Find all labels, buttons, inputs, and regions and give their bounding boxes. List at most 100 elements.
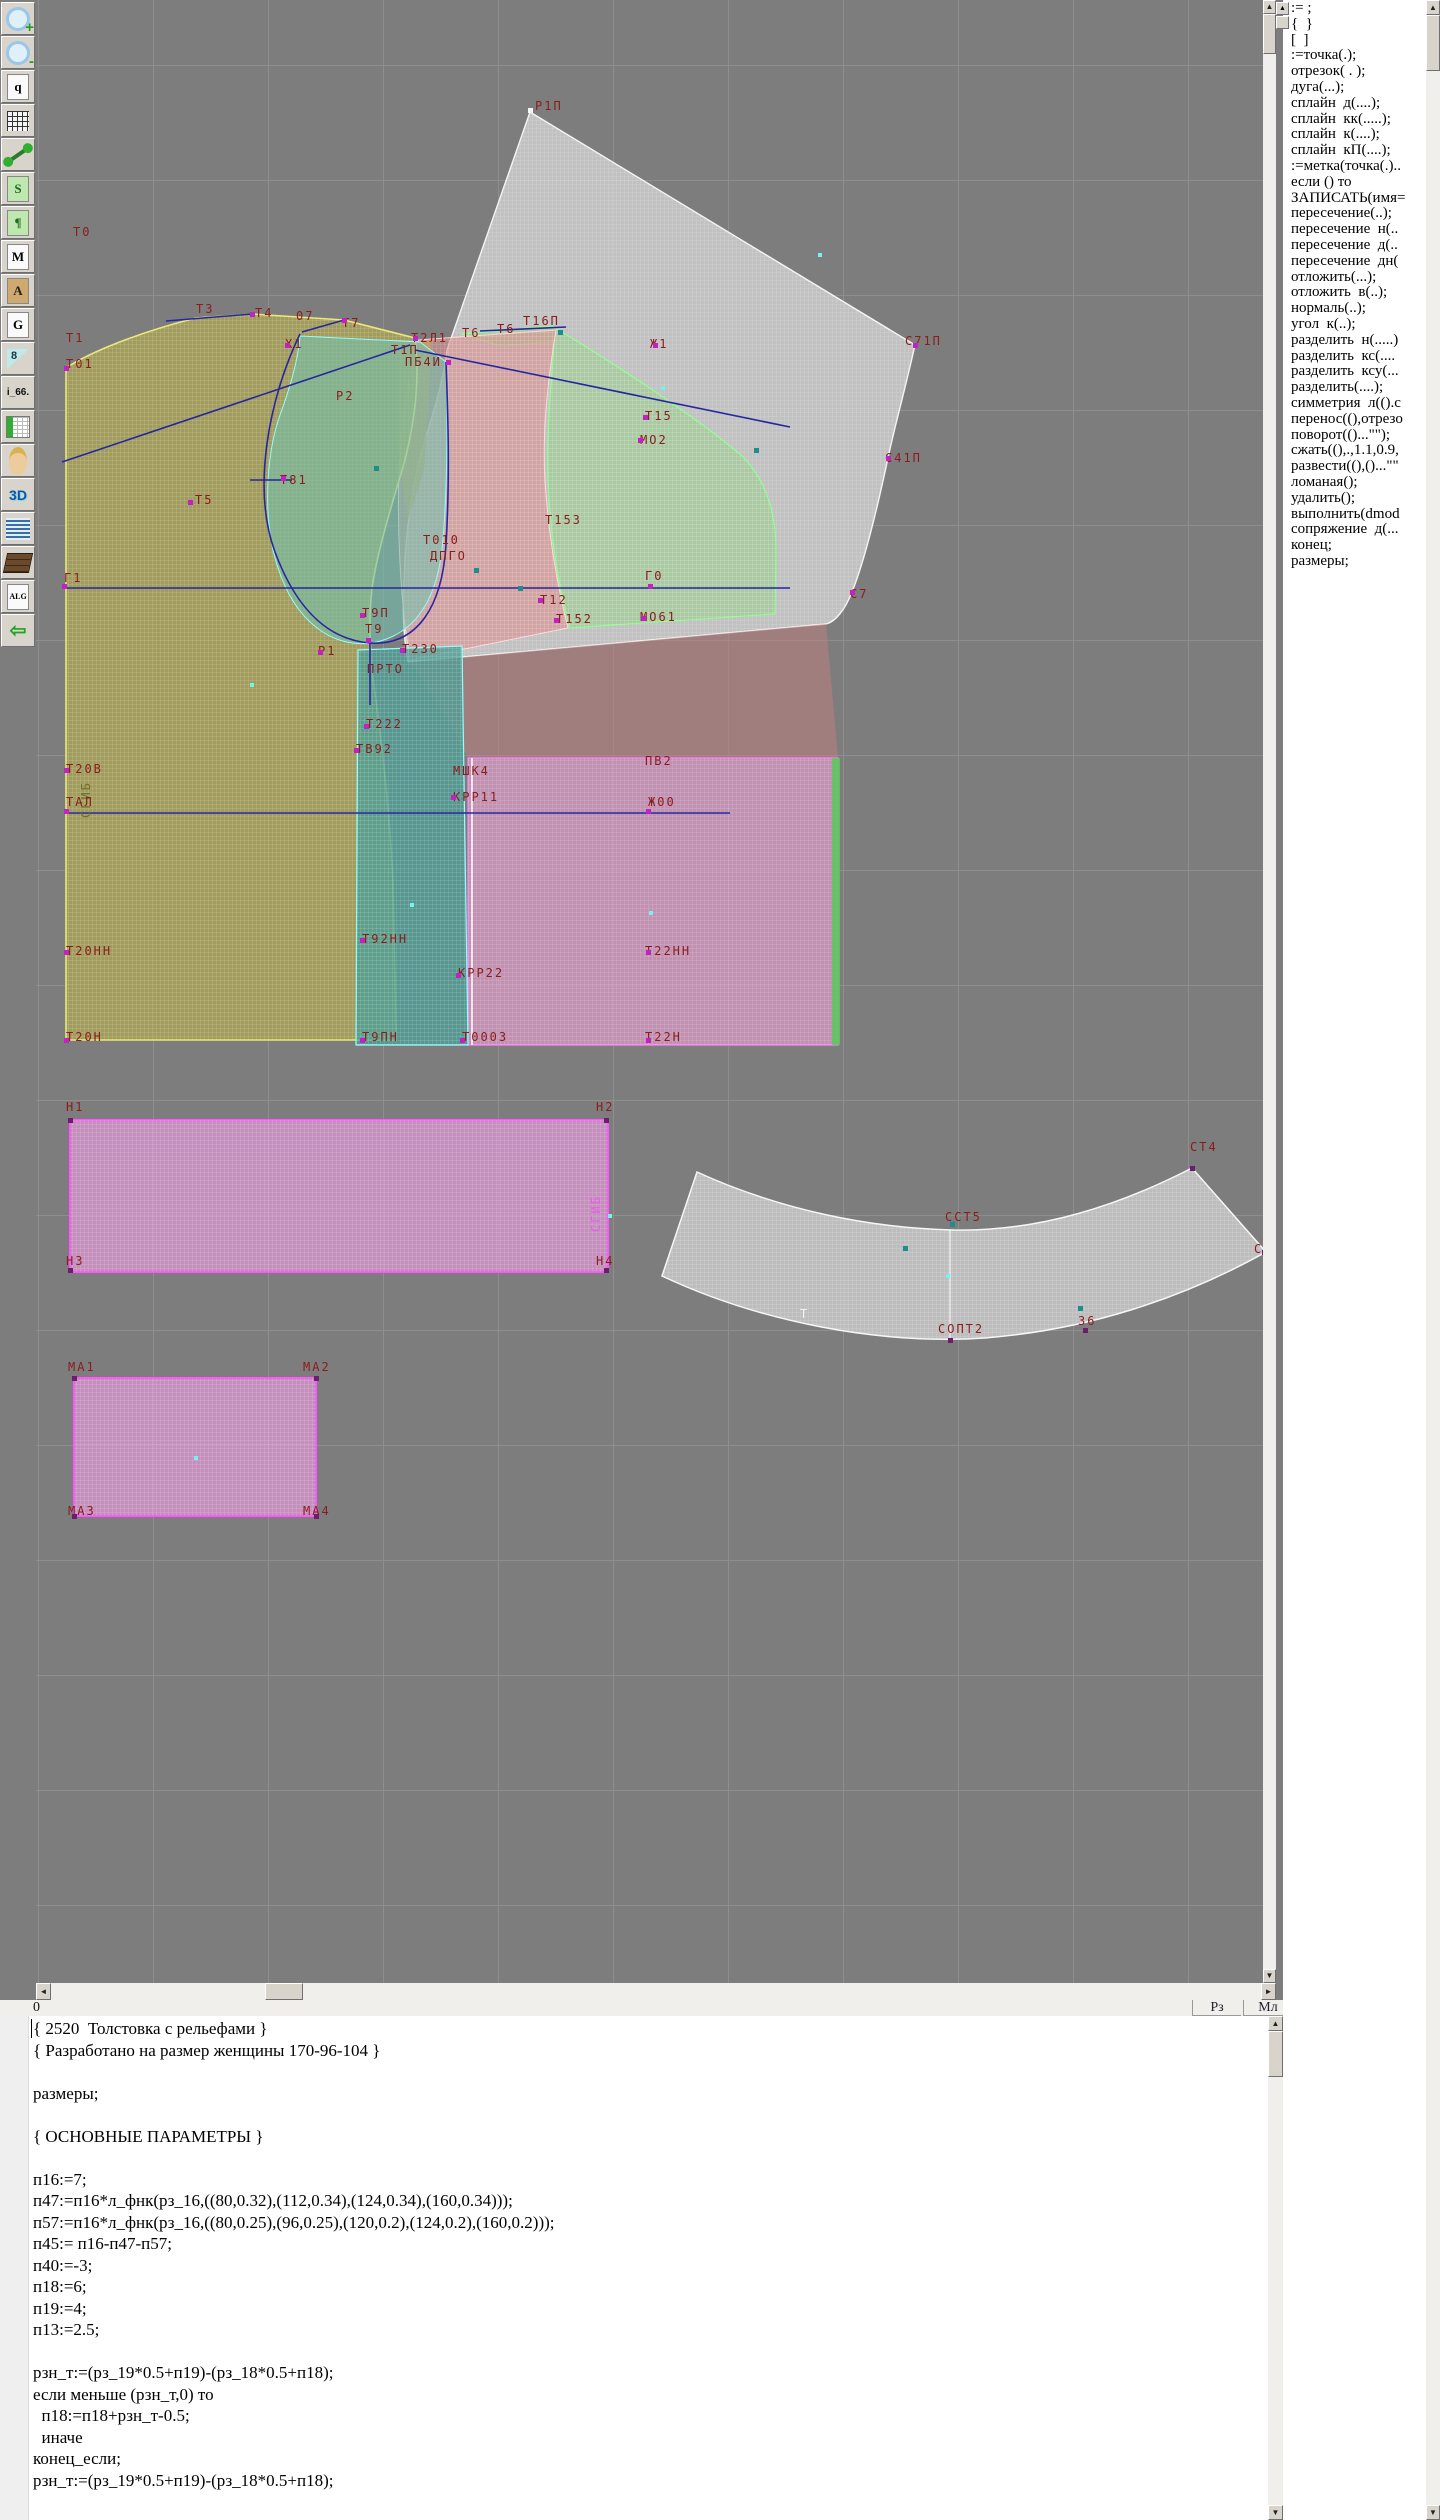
- code-line[interactable]: п47:=п16*л_фнк(рз_16,((80,0.32),(112,0.3…: [33, 2190, 555, 2212]
- editor-vscrollbar[interactable]: [1268, 2031, 1283, 2505]
- point-marker: [72, 1514, 77, 1519]
- editor-code[interactable]: { 2520 Толстовка с рельефами }{ Разработ…: [33, 2018, 555, 2491]
- code-line[interactable]: п18:=6;: [33, 2276, 555, 2298]
- piece-cuff-rect[interactable]: [74, 1378, 316, 1516]
- code-line[interactable]: [33, 2147, 555, 2169]
- command-list-item[interactable]: :=точка(.);: [1291, 48, 1405, 64]
- piece-teal-side[interactable]: [268, 336, 447, 644]
- code-line[interactable]: размеры;: [33, 2083, 555, 2105]
- command-list-item[interactable]: перенос((),отрезо: [1291, 412, 1405, 428]
- canvas-hscroll-thumb[interactable]: [265, 1983, 303, 2000]
- code-line[interactable]: если меньше (рзн_т,0) то: [33, 2384, 555, 2406]
- point-label: Т20Н: [66, 1031, 103, 1043]
- code-line[interactable]: п16:=7;: [33, 2169, 555, 2191]
- code-line[interactable]: п40:=-3;: [33, 2255, 555, 2277]
- code-line[interactable]: п13:=2.5;: [33, 2319, 555, 2341]
- command-list-item[interactable]: размеры;: [1291, 554, 1405, 570]
- command-list-item[interactable]: := ;: [1291, 1, 1405, 17]
- point-marker: [558, 330, 563, 335]
- command-list-item[interactable]: ЗАПИСАТЬ(имя=: [1291, 191, 1405, 207]
- command-list-item[interactable]: отрезок( . );: [1291, 64, 1405, 80]
- code-line[interactable]: п18:=п18+рзн_т-0.5;: [33, 2405, 555, 2427]
- panel-scroll-up-button[interactable]: ▲: [1426, 0, 1440, 15]
- canvas-vscrollbar[interactable]: [1263, 14, 1276, 1969]
- point-marker: [538, 598, 543, 603]
- code-line[interactable]: { Разработано на размер женщины 170-96-1…: [33, 2040, 555, 2062]
- mode-button-rz[interactable]: Рз: [1192, 2000, 1241, 2016]
- command-list-item[interactable]: разделить кс(....: [1291, 349, 1405, 365]
- code-line[interactable]: { ОСНОВНЫЕ ПАРАМЕТРЫ }: [33, 2126, 555, 2148]
- code-line[interactable]: рзн_т:=(рз_19*0.5+п19)-(рз_18*0.5+п18);: [33, 2470, 555, 2492]
- point-marker: [374, 466, 379, 471]
- point-label: Н2: [596, 1101, 614, 1113]
- canvas-scroll-left-button[interactable]: ◄: [36, 1983, 51, 2000]
- command-list-item[interactable]: если () то: [1291, 175, 1405, 191]
- code-line[interactable]: п45:= п16-п47-п57;: [33, 2233, 555, 2255]
- command-list-item[interactable]: сплайн кк(.....);: [1291, 112, 1405, 128]
- command-list-item[interactable]: сжать((),.,1.1,0.9,: [1291, 443, 1405, 459]
- canvas-hscrollbar[interactable]: [36, 1983, 1276, 2000]
- command-list-item[interactable]: пересечение н(..: [1291, 222, 1405, 238]
- command-list-item[interactable]: { }: [1291, 17, 1405, 33]
- command-list-item[interactable]: симметрия л(().с: [1291, 396, 1405, 412]
- command-list-item[interactable]: разделить н(.....): [1291, 333, 1405, 349]
- code-line[interactable]: { 2520 Толстовка с рельефами }: [33, 2018, 555, 2040]
- command-list-item[interactable]: отложить(...);: [1291, 270, 1405, 286]
- canvas-scroll-right-button[interactable]: ►: [1261, 1983, 1276, 2000]
- point-marker: [850, 590, 855, 595]
- editor-scroll-up-button[interactable]: ▲: [1268, 2016, 1283, 2031]
- pattern-pieces-svg: [0, 0, 1263, 1983]
- piece-band-rect[interactable]: [70, 1120, 608, 1272]
- command-list-item[interactable]: конец;: [1291, 538, 1405, 554]
- command-list-item[interactable]: удалить();: [1291, 491, 1405, 507]
- command-list-item[interactable]: сплайн кП(....);: [1291, 143, 1405, 159]
- point-marker: [342, 318, 347, 323]
- command-list-item[interactable]: поворот(()..."");: [1291, 428, 1405, 444]
- code-line[interactable]: иначе: [33, 2427, 555, 2449]
- command-list-item[interactable]: сплайн д(....);: [1291, 96, 1405, 112]
- code-line[interactable]: [33, 2061, 555, 2083]
- code-line[interactable]: [33, 2104, 555, 2126]
- command-list-item[interactable]: отложить в(..);: [1291, 285, 1405, 301]
- program-editor[interactable]: { 2520 Толстовка с рельефами }{ Разработ…: [0, 2016, 1268, 2520]
- point-label: Т5: [195, 494, 213, 506]
- command-list-item[interactable]: выполнить(dmod: [1291, 507, 1405, 523]
- panel-vscroll-thumb[interactable]: [1426, 15, 1440, 71]
- panel-vscrollbar[interactable]: [1426, 15, 1440, 2505]
- command-list-item[interactable]: угол к(..);: [1291, 317, 1405, 333]
- panel-scroll-down-button[interactable]: ▼: [1426, 2505, 1440, 2520]
- command-list-item[interactable]: сплайн к(....);: [1291, 127, 1405, 143]
- canvas-scroll-up-button[interactable]: ▲: [1263, 0, 1276, 14]
- command-list-item[interactable]: разделить ксу(...: [1291, 364, 1405, 380]
- code-line[interactable]: п57:=п16*л_фнк(рз_16,((80,0.25),(96,0.25…: [33, 2212, 555, 2234]
- piece-teal-strip[interactable]: [356, 646, 472, 1045]
- editor-vscroll-thumb[interactable]: [1268, 2031, 1283, 2077]
- panel-up-button[interactable]: ▲: [1276, 2, 1289, 15]
- point-marker: [608, 1214, 612, 1218]
- command-list-item[interactable]: разделить(....);: [1291, 380, 1405, 396]
- command-list-item[interactable]: развести((),()..."": [1291, 459, 1405, 475]
- code-line[interactable]: [33, 2341, 555, 2363]
- point-label: Т9П: [362, 607, 390, 619]
- point-marker: [518, 586, 523, 591]
- command-list-item[interactable]: ломаная();: [1291, 475, 1405, 491]
- code-line[interactable]: рзн_т:=(рз_19*0.5+п19)-(рз_18*0.5+п18);: [33, 2362, 555, 2384]
- point-marker: [604, 1118, 609, 1123]
- piece-collar-band[interactable]: [662, 1168, 1263, 1340]
- command-list-item[interactable]: [ ]: [1291, 33, 1405, 49]
- editor-scroll-down-button[interactable]: ▼: [1268, 2505, 1283, 2520]
- panel-blank-button[interactable]: [1276, 16, 1289, 29]
- command-list-item[interactable]: :=метка(точка(.)..: [1291, 159, 1405, 175]
- point-marker: [318, 650, 323, 655]
- code-line[interactable]: конец_если;: [33, 2448, 555, 2470]
- command-list-item[interactable]: сопряжение д(...: [1291, 522, 1405, 538]
- code-line[interactable]: п19:=4;: [33, 2298, 555, 2320]
- point-marker: [72, 1376, 77, 1381]
- command-list-item[interactable]: дуга(...);: [1291, 80, 1405, 96]
- command-list-item[interactable]: пересечение дн(: [1291, 254, 1405, 270]
- canvas-vscroll-thumb[interactable]: [1263, 14, 1276, 54]
- canvas-scroll-down-button[interactable]: ▼: [1263, 1969, 1276, 1983]
- command-list-item[interactable]: нормаль(..);: [1291, 301, 1405, 317]
- command-list-item[interactable]: пересечение(..);: [1291, 206, 1405, 222]
- command-list-item[interactable]: пересечение д(..: [1291, 238, 1405, 254]
